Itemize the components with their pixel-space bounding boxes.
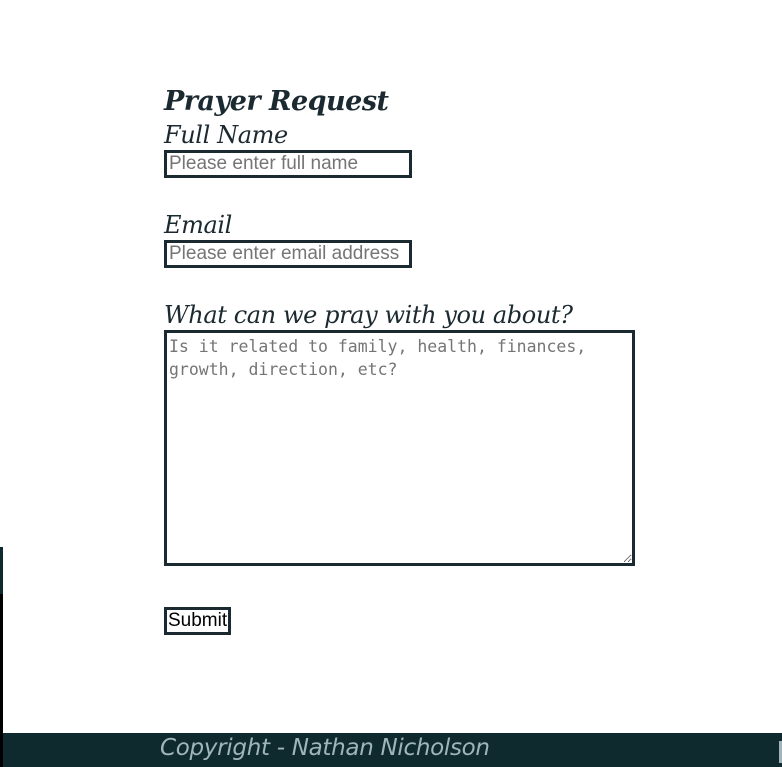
left-edge-accent <box>0 547 3 594</box>
prayer-textarea[interactable] <box>164 330 635 566</box>
footer: Copyright - Nathan Nicholson <box>3 733 782 767</box>
prayer-request-form: Prayer Request Full Name Email What can … <box>164 84 664 635</box>
form-title: Prayer Request <box>164 86 389 117</box>
full-name-input[interactable] <box>164 150 412 178</box>
submit-button[interactable]: Submit <box>164 607 232 635</box>
email-label: Email <box>164 211 232 239</box>
prayer-label: What can we pray with you about? <box>164 301 573 329</box>
email-input[interactable] <box>164 240 412 268</box>
full-name-label: Full Name <box>164 121 288 149</box>
copyright-text: Copyright - Nathan Nicholson <box>160 735 490 761</box>
